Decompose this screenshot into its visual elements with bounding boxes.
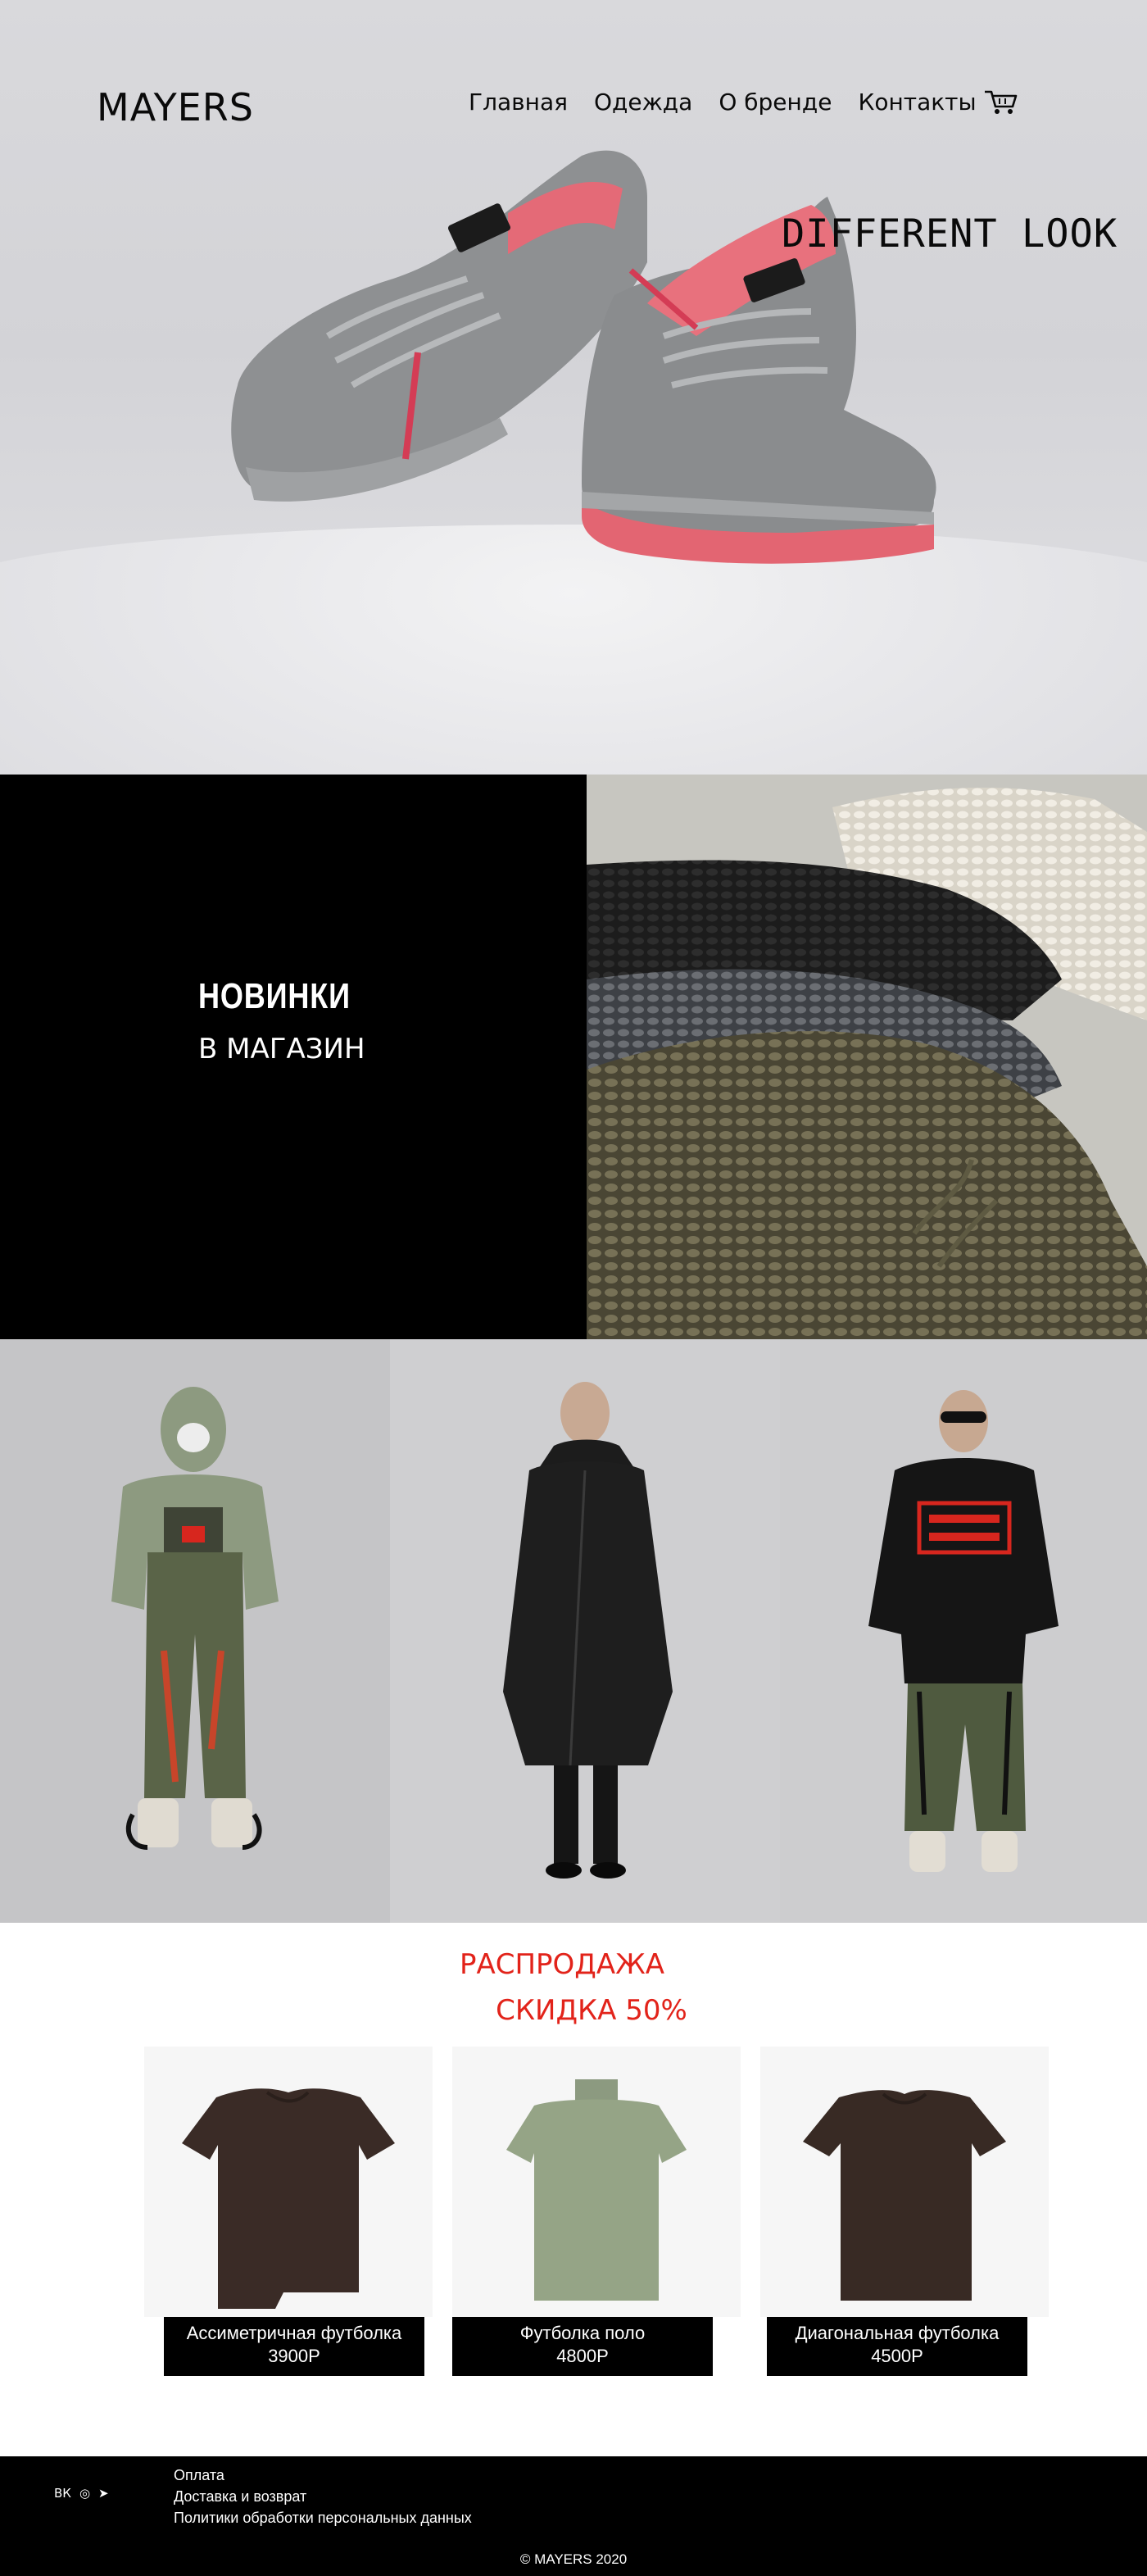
product-card[interactable]: Диагональная футболка 4500Р xyxy=(760,2047,1049,2391)
main-nav: Главная Одежда О бренде Контакты xyxy=(469,89,1003,116)
product-label: Футболка поло 4800Р xyxy=(452,2317,713,2376)
promo-title: НОВИНКИ xyxy=(198,976,351,1016)
hero-tagline: DIFFERENT LOOK xyxy=(782,211,1118,257)
promo-subtitle: В МАГАЗИН xyxy=(198,1033,365,1065)
nav-clothing[interactable]: Одежда xyxy=(594,89,692,116)
nav-home[interactable]: Главная xyxy=(469,89,568,116)
footer-links: Оплата Доставка и возврат Политики обраб… xyxy=(174,2465,472,2528)
site-footer: ВК ◎ ➤ Оплата Доставка и возврат Политик… xyxy=(0,2456,1147,2576)
nav-about-brand[interactable]: О бренде xyxy=(719,89,832,116)
look-3-image[interactable] xyxy=(780,1339,1147,1923)
product-image-polo[interactable] xyxy=(452,2047,741,2317)
sale-products: Ассиметричная футболка 3900Р Футболка по… xyxy=(144,2047,1049,2391)
look-1-image[interactable] xyxy=(0,1339,390,1923)
footer-link-delivery[interactable]: Доставка и возврат xyxy=(174,2486,472,2507)
product-price: 4500Р xyxy=(871,2346,923,2366)
footer-link-privacy[interactable]: Политики обработки персональных данных xyxy=(174,2507,472,2528)
product-card[interactable]: Ассиметричная футболка 3900Р xyxy=(144,2047,433,2391)
product-name: Ассиметричная футболка xyxy=(186,2323,402,2343)
hero-section: MAYERS Главная Одежда О бренде Контакты … xyxy=(0,0,1147,775)
product-price: 4800Р xyxy=(556,2346,609,2366)
product-card[interactable]: Футболка поло 4800Р xyxy=(452,2047,741,2391)
vk-icon[interactable]: ВК xyxy=(54,2486,71,2501)
product-price: 3900Р xyxy=(268,2346,320,2366)
look-2-image[interactable] xyxy=(390,1339,780,1923)
product-label: Диагональная футболка 4500Р xyxy=(767,2317,1027,2376)
promo-knitwear-image xyxy=(587,775,1147,1339)
social-links: ВК ◎ ➤ xyxy=(54,2486,109,2501)
footer-link-payment[interactable]: Оплата xyxy=(174,2465,472,2486)
cart-icon[interactable] xyxy=(983,87,1019,116)
nav-contacts[interactable]: Контакты xyxy=(858,89,976,116)
product-name: Диагональная футболка xyxy=(795,2323,1000,2343)
brand-logo[interactable]: MAYERS xyxy=(97,85,254,129)
copyright: © MAYERS 2020 xyxy=(519,2551,628,2567)
sale-discount: СКИДКА 50% xyxy=(496,1994,687,2027)
product-label: Ассиметричная футболка 3900Р xyxy=(164,2317,424,2376)
lookbook-section xyxy=(0,1339,1147,1923)
promo-text-panel: НОВИНКИ В МАГАЗИН xyxy=(0,775,587,1339)
product-image-asymmetric-tshirt[interactable] xyxy=(144,2047,433,2317)
telegram-icon[interactable]: ➤ xyxy=(98,2486,109,2501)
sale-title: РАСПРОДАЖА xyxy=(459,1948,665,1981)
new-arrivals-section[interactable]: НОВИНКИ В МАГАЗИН xyxy=(0,775,1147,1339)
product-name: Футболка поло xyxy=(519,2323,646,2343)
instagram-icon[interactable]: ◎ xyxy=(79,2486,90,2501)
product-image-diagonal-tshirt[interactable] xyxy=(760,2047,1049,2317)
